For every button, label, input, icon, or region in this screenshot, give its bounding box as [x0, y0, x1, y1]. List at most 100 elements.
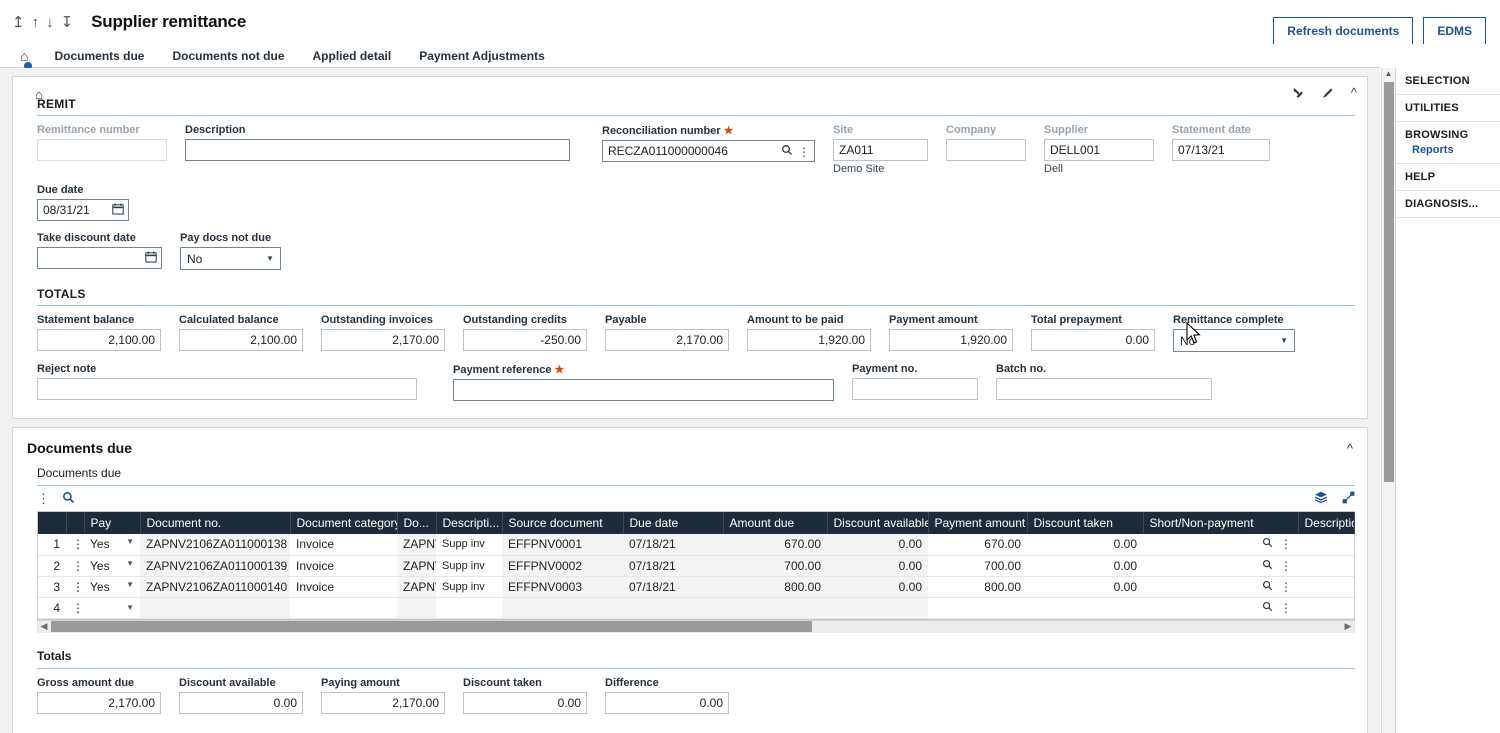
col-document-no[interactable]: Document no. [140, 512, 291, 534]
tab-documents-due[interactable]: Documents due [40, 49, 158, 63]
take-discount-date-field[interactable] [37, 247, 162, 269]
col-rowmenu[interactable] [66, 512, 85, 534]
cell-discount-taken[interactable]: 0.00 [1027, 555, 1143, 577]
search-icon[interactable] [781, 144, 793, 159]
paying-amount-input[interactable]: 2,170.00 [321, 691, 445, 714]
cell-payment-amount[interactable]: 700.00 [928, 555, 1027, 577]
col-pay[interactable]: Pay [84, 512, 141, 534]
dd-discount-available-input[interactable]: 0.00 [179, 691, 303, 714]
col-discount-taken[interactable]: Discount taken [1027, 512, 1144, 534]
due-date-field[interactable]: 08/31/21 [37, 199, 129, 221]
tab-applied-detail[interactable]: Applied detail [299, 49, 406, 63]
amount-to-be-paid-input[interactable]: 1,920.00 [747, 329, 871, 351]
layers-icon[interactable] [1314, 491, 1328, 507]
table-row[interactable]: 2 ⋮ Yes ▼ ZAPNV2106ZA011000139 Invoice ZA… [38, 555, 1354, 577]
remittance-number-input[interactable] [37, 139, 167, 161]
dd-discount-taken-input[interactable]: 0.00 [463, 691, 587, 714]
table-row[interactable]: 3 ⋮ Yes ▼ ZAPNV2106ZA011000140 Invoice ZA… [38, 576, 1354, 598]
calendar-icon[interactable] [145, 251, 157, 266]
company-input[interactable] [946, 139, 1026, 161]
row-menu-icon[interactable]: ⋮ [66, 597, 84, 619]
description-input[interactable] [185, 139, 570, 161]
vertical-scroll-thumb[interactable] [1384, 82, 1394, 482]
pay-docs-not-due-select[interactable]: No ▼ [180, 247, 281, 270]
cell-short-non-payment[interactable]: ⋮ [1143, 576, 1298, 598]
collapse-remit-chevron-icon[interactable]: ^ [1351, 85, 1357, 100]
first-record-arrow-icon[interactable]: ↥ [12, 15, 25, 30]
row-menu-icon[interactable]: ⋮ [66, 555, 84, 577]
batch-no-input[interactable] [996, 378, 1212, 400]
pin-icon[interactable] [1291, 86, 1305, 100]
cell-discount-taken[interactable] [1027, 597, 1143, 619]
cell-pay[interactable]: ▼ [84, 597, 140, 619]
cell-payment-amount[interactable]: 800.00 [928, 576, 1027, 598]
search-icon[interactable] [1262, 601, 1273, 615]
col-amount-due[interactable]: Amount due [723, 512, 828, 534]
reconciliation-number-field[interactable]: RECZA011000000046 ⋮ [602, 140, 815, 162]
remittance-complete-select[interactable]: No ▼ [1173, 329, 1295, 352]
last-record-arrow-icon[interactable]: ↧ [61, 15, 74, 30]
supplier-input[interactable]: DELL001 [1044, 139, 1154, 161]
sidebar-item-utilities[interactable]: UTILITIES [1396, 95, 1500, 122]
expand-icon[interactable] [1342, 491, 1355, 507]
cell-pay[interactable]: Yes ▼ [84, 534, 140, 556]
col-rownum[interactable] [38, 512, 67, 534]
cell-discount-taken[interactable]: 0.00 [1027, 534, 1143, 556]
vertical-ellipsis-icon[interactable]: ⋮ [1280, 580, 1292, 594]
calculated-balance-input[interactable]: 2,100.00 [179, 329, 303, 351]
vertical-ellipsis-icon[interactable]: ⋮ [1280, 537, 1292, 551]
vertical-ellipsis-icon[interactable]: ⋮ [1280, 601, 1292, 615]
sidebar-item-help[interactable]: HELP [1396, 164, 1500, 191]
scroll-right-arrow-icon[interactable]: ▶ [1341, 621, 1355, 632]
tab-documents-not-due[interactable]: Documents not due [158, 49, 298, 63]
grid-horizontal-scrollbar[interactable]: ◀ ▶ [37, 619, 1355, 633]
total-prepayment-input[interactable]: 0.00 [1031, 329, 1155, 351]
outstanding-invoices-input[interactable]: 2,170.00 [321, 329, 445, 351]
statement-date-input[interactable]: 07/13/21 [1172, 139, 1270, 161]
payment-no-input[interactable] [852, 378, 978, 400]
cell-short-non-payment[interactable]: ⋮ [1143, 597, 1298, 619]
vertical-ellipsis-icon[interactable]: ⋮ [798, 145, 810, 159]
cell-payment-amount[interactable] [928, 597, 1027, 619]
payment-amount-input[interactable]: 1,920.00 [889, 329, 1013, 351]
payment-reference-input[interactable] [453, 379, 834, 401]
cell-short-non-payment[interactable]: ⋮ [1143, 555, 1298, 577]
col-document-category[interactable]: Document category [290, 512, 398, 534]
cell-pay[interactable]: Yes ▼ [84, 555, 140, 577]
col-description[interactable]: Description [1298, 512, 1355, 534]
vertical-ellipsis-icon[interactable]: ⋮ [1280, 559, 1292, 573]
calendar-icon[interactable] [112, 203, 124, 218]
search-icon[interactable] [1262, 559, 1273, 573]
sidebar-item-browsing[interactable]: BROWSING [1396, 122, 1500, 143]
sidebar-item-selection[interactable]: SELECTION [1396, 68, 1500, 95]
cell-short-non-payment[interactable]: ⋮ [1143, 534, 1298, 556]
table-row[interactable]: 1 ⋮ Yes ▼ ZAPNV2106ZA011000138 Invoice ZA… [38, 534, 1354, 556]
table-row[interactable]: 4 ⋮ ▼ ⋮ [38, 597, 1354, 619]
col-descr[interactable]: Descripti... [436, 512, 503, 534]
statement-balance-input[interactable]: 2,100.00 [37, 329, 161, 351]
search-icon[interactable] [62, 491, 75, 507]
scroll-track[interactable] [51, 621, 1341, 632]
site-input[interactable]: ZA011 [833, 139, 928, 161]
scroll-left-arrow-icon[interactable]: ◀ [37, 621, 51, 632]
sidebar-item-reports[interactable]: Reports [1396, 143, 1500, 164]
refresh-documents-button[interactable]: Refresh documents [1273, 17, 1414, 45]
col-source-document[interactable]: Source document [502, 512, 624, 534]
edms-button[interactable]: EDMS [1423, 17, 1486, 45]
previous-record-arrow-icon[interactable]: ↑ [32, 15, 40, 30]
col-document-type[interactable]: Do... [397, 512, 437, 534]
cell-discount-taken[interactable]: 0.00 [1027, 576, 1143, 598]
card-home-icon[interactable]: ⌂ [35, 87, 43, 102]
scroll-up-arrow-icon[interactable]: ▲ [1382, 68, 1395, 78]
payable-input[interactable]: 2,170.00 [605, 329, 729, 351]
vertical-ellipsis-icon[interactable]: ⋮ [37, 491, 50, 507]
col-discount-available[interactable]: Discount available [827, 512, 929, 534]
outstanding-credits-input[interactable]: -250.00 [463, 329, 587, 351]
cell-pay[interactable]: Yes ▼ [84, 576, 140, 598]
col-due-date[interactable]: Due date [623, 512, 724, 534]
sidebar-item-diagnosis[interactable]: DIAGNOSIS... [1396, 191, 1500, 218]
col-short-non-payment[interactable]: Short/Non-payment [1143, 512, 1299, 534]
edit-pencil-icon[interactable] [1321, 86, 1335, 100]
difference-input[interactable]: 0.00 [605, 691, 729, 714]
row-menu-icon[interactable]: ⋮ [66, 576, 84, 598]
